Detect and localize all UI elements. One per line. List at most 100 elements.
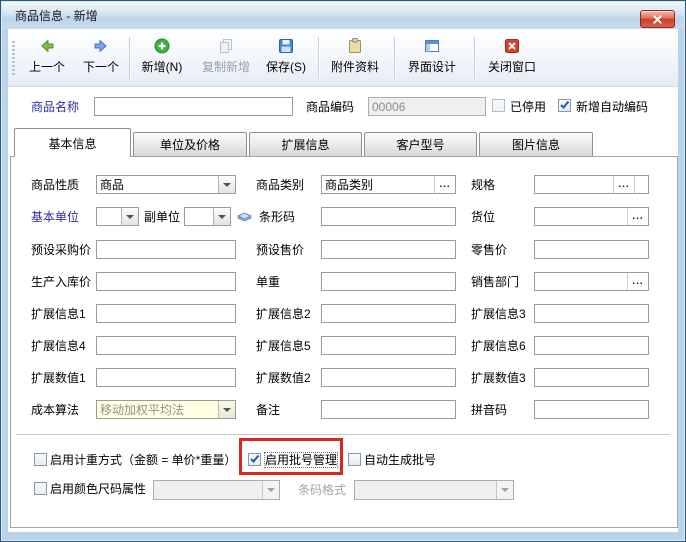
pinyin-input[interactable]	[534, 400, 649, 419]
autocode-checkbox[interactable]	[558, 99, 571, 112]
product-code-label: 商品编码	[306, 100, 354, 114]
nature-select[interactable]: 商品	[96, 175, 236, 194]
toolbar-grip	[12, 41, 15, 75]
category-value: 商品类别	[325, 176, 373, 193]
location-picker[interactable]: ...	[534, 207, 649, 226]
chevron-down-icon	[496, 481, 513, 499]
tab-extended-info[interactable]: 扩展信息	[249, 132, 362, 156]
ellipsis-button[interactable]: ...	[627, 208, 648, 225]
barcode-input[interactable]	[321, 207, 456, 226]
chevron-down-icon[interactable]	[213, 208, 230, 225]
ext3-input[interactable]	[534, 304, 649, 323]
next-button[interactable]: 下一个	[75, 34, 127, 82]
product-info-dialog: 商品信息 - 新增 上一个 下一个 新增(N) 复制新增	[0, 0, 686, 542]
retail-price-input[interactable]	[534, 240, 649, 259]
save-label: 保存(S)	[266, 58, 306, 75]
next-label: 下一个	[83, 58, 119, 75]
tab-image-info[interactable]: 图片信息	[479, 132, 593, 156]
auto-batch-checkbox[interactable]	[348, 453, 361, 466]
discontinued-label[interactable]: 已停用	[510, 100, 546, 114]
product-code-value: 00006	[372, 100, 405, 114]
chevron-down-icon	[262, 481, 279, 499]
ui-design-button[interactable]: 界面设计	[400, 34, 464, 82]
ext6-input[interactable]	[534, 336, 649, 355]
book-icon[interactable]	[236, 208, 253, 224]
close-window-label: 关闭窗口	[488, 58, 536, 75]
remark-input[interactable]	[321, 400, 456, 419]
weigh-mode-checkbox[interactable]	[34, 453, 47, 466]
ext4-label: 扩展信息4	[31, 339, 86, 353]
autocode-label[interactable]: 新增自动编码	[576, 100, 648, 114]
batch-mgmt-checkbox[interactable]	[248, 453, 261, 466]
product-name-label: 商品名称	[31, 100, 79, 114]
production-price-input[interactable]	[96, 272, 236, 291]
category-label: 商品类别	[256, 178, 304, 192]
previous-label: 上一个	[29, 58, 65, 75]
tab-units-prices[interactable]: 单位及价格	[133, 132, 247, 156]
ext2-input[interactable]	[321, 304, 456, 323]
num2-input[interactable]	[321, 368, 456, 387]
batch-mgmt-label[interactable]: 启用批号管理	[265, 453, 337, 467]
ext1-input[interactable]	[96, 304, 236, 323]
num1-label: 扩展数值1	[31, 371, 86, 385]
window-title: 商品信息 - 新增	[15, 7, 98, 24]
attachments-button[interactable]: 附件资料	[323, 34, 387, 82]
ext5-input[interactable]	[321, 336, 456, 355]
unit-weight-input[interactable]	[321, 272, 456, 291]
copy-icon	[217, 37, 235, 55]
num3-label: 扩展数值3	[471, 371, 526, 385]
spec-picker[interactable]: ...	[534, 175, 649, 194]
weigh-mode-label[interactable]: 启用计重方式（金额 = 单价*重量）	[50, 453, 236, 467]
tab-customer-model[interactable]: 客户型号	[364, 132, 477, 156]
sales-dept-picker[interactable]: ...	[534, 272, 649, 291]
chevron-down-icon[interactable]	[121, 208, 138, 225]
toolbar-separator	[394, 37, 396, 79]
base-unit-select[interactable]	[96, 207, 139, 226]
purchase-price-input[interactable]	[96, 240, 236, 259]
section-divider	[16, 434, 670, 435]
save-icon	[277, 37, 295, 55]
tab-basic-info[interactable]: 基本信息	[14, 128, 131, 157]
add-new-button[interactable]: 新增(N)	[135, 34, 189, 82]
cost-method-label: 成本算法	[31, 403, 79, 417]
unit-weight-label: 单重	[256, 275, 280, 289]
sale-price-input[interactable]	[321, 240, 456, 259]
barcode-format-select	[354, 480, 514, 500]
product-name-input[interactable]	[94, 97, 293, 116]
close-button[interactable]	[640, 10, 675, 28]
category-picker[interactable]: 商品类别 ...	[321, 175, 456, 194]
ellipsis-button[interactable]: ...	[434, 176, 455, 193]
save-button[interactable]: 保存(S)	[259, 34, 313, 82]
ellipsis-button[interactable]: ...	[627, 273, 648, 290]
num1-input[interactable]	[96, 368, 236, 387]
tab-extended-info-label: 扩展信息	[281, 136, 329, 153]
close-window-button[interactable]: 关闭窗口	[480, 34, 544, 82]
base-unit-label[interactable]: 基本单位	[31, 210, 79, 224]
chevron-down-icon[interactable]	[218, 176, 235, 193]
cost-method-select: 移动加权平均法	[96, 400, 236, 419]
discontinued-checkbox[interactable]	[492, 99, 505, 112]
ext4-input[interactable]	[96, 336, 236, 355]
client-area: 上一个 下一个 新增(N) 复制新增 保存(S) 附件资料	[8, 29, 678, 532]
sales-dept-label: 销售部门	[471, 275, 519, 289]
toolbar-separator	[474, 37, 476, 79]
num2-label: 扩展数值2	[256, 371, 311, 385]
arrow-left-icon	[38, 37, 56, 55]
ext3-label: 扩展信息3	[471, 307, 526, 321]
ellipsis-button[interactable]: ...	[613, 176, 634, 193]
cost-method-value: 移动加权平均法	[100, 401, 184, 418]
auto-batch-label[interactable]: 自动生成批号	[364, 453, 436, 467]
color-size-checkbox[interactable]	[34, 482, 47, 495]
copy-add-button[interactable]: 复制新增	[196, 34, 256, 82]
attachments-label: 附件资料	[331, 58, 379, 75]
sub-unit-select[interactable]	[184, 207, 231, 226]
color-size-label[interactable]: 启用颜色尺码属性	[50, 482, 146, 496]
num3-input[interactable]	[534, 368, 649, 387]
location-label: 货位	[471, 210, 495, 224]
previous-button[interactable]: 上一个	[21, 34, 73, 82]
sale-price-label: 预设售价	[256, 243, 304, 257]
spec-extra-button[interactable]	[634, 176, 648, 193]
tab-units-prices-label: 单位及价格	[160, 136, 220, 153]
window-layout-icon	[423, 37, 441, 55]
sub-unit-label: 副单位	[144, 210, 180, 224]
